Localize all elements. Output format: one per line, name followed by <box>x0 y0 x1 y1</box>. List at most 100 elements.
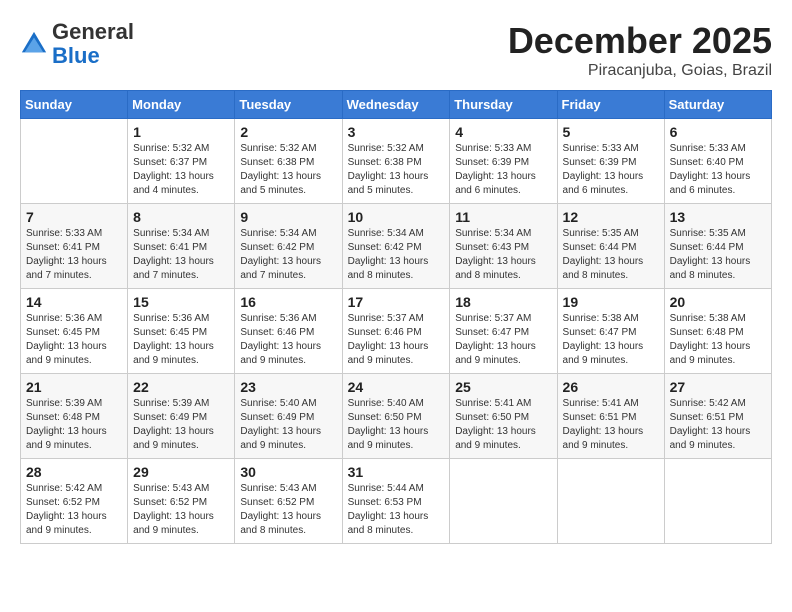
calendar-cell <box>664 459 771 544</box>
day-number: 16 <box>240 294 336 310</box>
calendar-cell <box>557 459 664 544</box>
day-number: 28 <box>26 464 122 480</box>
weekday-header-saturday: Saturday <box>664 91 771 119</box>
day-info: Sunrise: 5:33 AM Sunset: 6:39 PM Dayligh… <box>455 142 551 198</box>
logo-text: General Blue <box>52 20 134 68</box>
calendar-cell: 27 Sunrise: 5:42 AM Sunset: 6:51 PM Dayli… <box>664 374 771 459</box>
day-number: 31 <box>348 464 445 480</box>
calendar-cell: 21 Sunrise: 5:39 AM Sunset: 6:48 PM Dayli… <box>21 374 128 459</box>
day-info: Sunrise: 5:32 AM Sunset: 6:37 PM Dayligh… <box>133 142 229 198</box>
day-info: Sunrise: 5:33 AM Sunset: 6:41 PM Dayligh… <box>26 227 122 283</box>
day-number: 2 <box>240 124 336 140</box>
day-number: 14 <box>26 294 122 310</box>
day-number: 19 <box>563 294 659 310</box>
calendar-cell: 18 Sunrise: 5:37 AM Sunset: 6:47 PM Dayli… <box>450 289 557 374</box>
day-number: 7 <box>26 209 122 225</box>
day-info: Sunrise: 5:42 AM Sunset: 6:52 PM Dayligh… <box>26 482 122 538</box>
logo-general: General <box>52 19 134 44</box>
calendar-cell: 31 Sunrise: 5:44 AM Sunset: 6:53 PM Dayli… <box>342 459 450 544</box>
day-info: Sunrise: 5:37 AM Sunset: 6:47 PM Dayligh… <box>455 312 551 368</box>
weekday-header-wednesday: Wednesday <box>342 91 450 119</box>
location-subtitle: Piracanjuba, Goias, Brazil <box>508 62 772 80</box>
day-number: 26 <box>563 379 659 395</box>
calendar-cell: 5 Sunrise: 5:33 AM Sunset: 6:39 PM Daylig… <box>557 119 664 204</box>
calendar-cell: 23 Sunrise: 5:40 AM Sunset: 6:49 PM Dayli… <box>235 374 342 459</box>
calendar-cell <box>450 459 557 544</box>
day-number: 10 <box>348 209 445 225</box>
day-info: Sunrise: 5:37 AM Sunset: 6:46 PM Dayligh… <box>348 312 445 368</box>
calendar-cell: 14 Sunrise: 5:36 AM Sunset: 6:45 PM Dayli… <box>21 289 128 374</box>
calendar-week-row: 1 Sunrise: 5:32 AM Sunset: 6:37 PM Daylig… <box>21 119 772 204</box>
day-number: 5 <box>563 124 659 140</box>
calendar-cell: 4Sunrise: 5:33 AM Sunset: 6:39 PM Daylig… <box>450 119 557 204</box>
day-number: 23 <box>240 379 336 395</box>
day-info: Sunrise: 5:38 AM Sunset: 6:48 PM Dayligh… <box>670 312 766 368</box>
day-number: 20 <box>670 294 766 310</box>
calendar-cell: 3 Sunrise: 5:32 AM Sunset: 6:38 PM Daylig… <box>342 119 450 204</box>
calendar-cell: 20 Sunrise: 5:38 AM Sunset: 6:48 PM Dayli… <box>664 289 771 374</box>
calendar-cell: 8 Sunrise: 5:34 AM Sunset: 6:41 PM Daylig… <box>128 204 235 289</box>
calendar-cell: 22 Sunrise: 5:39 AM Sunset: 6:49 PM Dayli… <box>128 374 235 459</box>
calendar-cell: 29Sunrise: 5:43 AM Sunset: 6:52 PM Dayli… <box>128 459 235 544</box>
day-number: 22 <box>133 379 229 395</box>
day-info: Sunrise: 5:34 AM Sunset: 6:42 PM Dayligh… <box>240 227 336 283</box>
day-info: Sunrise: 5:40 AM Sunset: 6:50 PM Dayligh… <box>348 397 445 453</box>
day-info: Sunrise: 5:35 AM Sunset: 6:44 PM Dayligh… <box>670 227 766 283</box>
calendar-week-row: 7 Sunrise: 5:33 AM Sunset: 6:41 PM Daylig… <box>21 204 772 289</box>
day-info: Sunrise: 5:32 AM Sunset: 6:38 PM Dayligh… <box>348 142 445 198</box>
calendar-cell: 13 Sunrise: 5:35 AM Sunset: 6:44 PM Dayli… <box>664 204 771 289</box>
day-info: Sunrise: 5:36 AM Sunset: 6:45 PM Dayligh… <box>26 312 122 368</box>
day-info: Sunrise: 5:42 AM Sunset: 6:51 PM Dayligh… <box>670 397 766 453</box>
calendar-cell: 2 Sunrise: 5:32 AM Sunset: 6:38 PM Daylig… <box>235 119 342 204</box>
calendar-table: SundayMondayTuesdayWednesdayThursdayFrid… <box>20 90 772 544</box>
calendar-cell: 17 Sunrise: 5:37 AM Sunset: 6:46 PM Dayli… <box>342 289 450 374</box>
calendar-cell: 26 Sunrise: 5:41 AM Sunset: 6:51 PM Dayli… <box>557 374 664 459</box>
weekday-header-monday: Monday <box>128 91 235 119</box>
day-info: Sunrise: 5:41 AM Sunset: 6:50 PM Dayligh… <box>455 397 551 453</box>
day-number: 3 <box>348 124 445 140</box>
logo-icon <box>20 30 48 58</box>
page-header: General Blue December 2025 Piracanjuba, … <box>20 20 772 80</box>
day-info: Sunrise: 5:32 AM Sunset: 6:38 PM Dayligh… <box>240 142 336 198</box>
day-number: 13 <box>670 209 766 225</box>
calendar-week-row: 14 Sunrise: 5:36 AM Sunset: 6:45 PM Dayli… <box>21 289 772 374</box>
day-number: 24 <box>348 379 445 395</box>
day-info: Sunrise: 5:41 AM Sunset: 6:51 PM Dayligh… <box>563 397 659 453</box>
day-info: Sunrise: 5:38 AM Sunset: 6:47 PM Dayligh… <box>563 312 659 368</box>
month-title: December 2025 <box>508 20 772 62</box>
day-info: Sunrise: 5:33 AM Sunset: 6:39 PM Dayligh… <box>563 142 659 198</box>
day-number: 27 <box>670 379 766 395</box>
day-info: Sunrise: 5:34 AM Sunset: 6:42 PM Dayligh… <box>348 227 445 283</box>
day-number: 1 <box>133 124 229 140</box>
day-number: 17 <box>348 294 445 310</box>
day-info: Sunrise: 5:39 AM Sunset: 6:48 PM Dayligh… <box>26 397 122 453</box>
day-number: 21 <box>26 379 122 395</box>
day-info: Sunrise: 5:43 AM Sunset: 6:52 PM Dayligh… <box>133 482 229 538</box>
weekday-header-sunday: Sunday <box>21 91 128 119</box>
day-info: Sunrise: 5:39 AM Sunset: 6:49 PM Dayligh… <box>133 397 229 453</box>
calendar-cell: 15Sunrise: 5:36 AM Sunset: 6:45 PM Dayli… <box>128 289 235 374</box>
weekday-header-row: SundayMondayTuesdayWednesdayThursdayFrid… <box>21 91 772 119</box>
calendar-cell: 6Sunrise: 5:33 AM Sunset: 6:40 PM Daylig… <box>664 119 771 204</box>
calendar-cell <box>21 119 128 204</box>
calendar-cell: 28 Sunrise: 5:42 AM Sunset: 6:52 PM Dayli… <box>21 459 128 544</box>
logo: General Blue <box>20 20 134 68</box>
weekday-header-thursday: Thursday <box>450 91 557 119</box>
day-info: Sunrise: 5:40 AM Sunset: 6:49 PM Dayligh… <box>240 397 336 453</box>
calendar-cell: 16Sunrise: 5:36 AM Sunset: 6:46 PM Dayli… <box>235 289 342 374</box>
calendar-week-row: 21 Sunrise: 5:39 AM Sunset: 6:48 PM Dayli… <box>21 374 772 459</box>
day-number: 25 <box>455 379 551 395</box>
day-number: 18 <box>455 294 551 310</box>
calendar-cell: 1 Sunrise: 5:32 AM Sunset: 6:37 PM Daylig… <box>128 119 235 204</box>
day-info: Sunrise: 5:34 AM Sunset: 6:43 PM Dayligh… <box>455 227 551 283</box>
day-number: 15 <box>133 294 229 310</box>
logo-blue: Blue <box>52 43 100 68</box>
day-number: 8 <box>133 209 229 225</box>
day-number: 30 <box>240 464 336 480</box>
calendar-cell: 7 Sunrise: 5:33 AM Sunset: 6:41 PM Daylig… <box>21 204 128 289</box>
day-info: Sunrise: 5:44 AM Sunset: 6:53 PM Dayligh… <box>348 482 445 538</box>
calendar-cell: 25 Sunrise: 5:41 AM Sunset: 6:50 PM Dayli… <box>450 374 557 459</box>
title-block: December 2025 Piracanjuba, Goias, Brazil <box>508 20 772 80</box>
day-info: Sunrise: 5:34 AM Sunset: 6:41 PM Dayligh… <box>133 227 229 283</box>
day-info: Sunrise: 5:43 AM Sunset: 6:52 PM Dayligh… <box>240 482 336 538</box>
